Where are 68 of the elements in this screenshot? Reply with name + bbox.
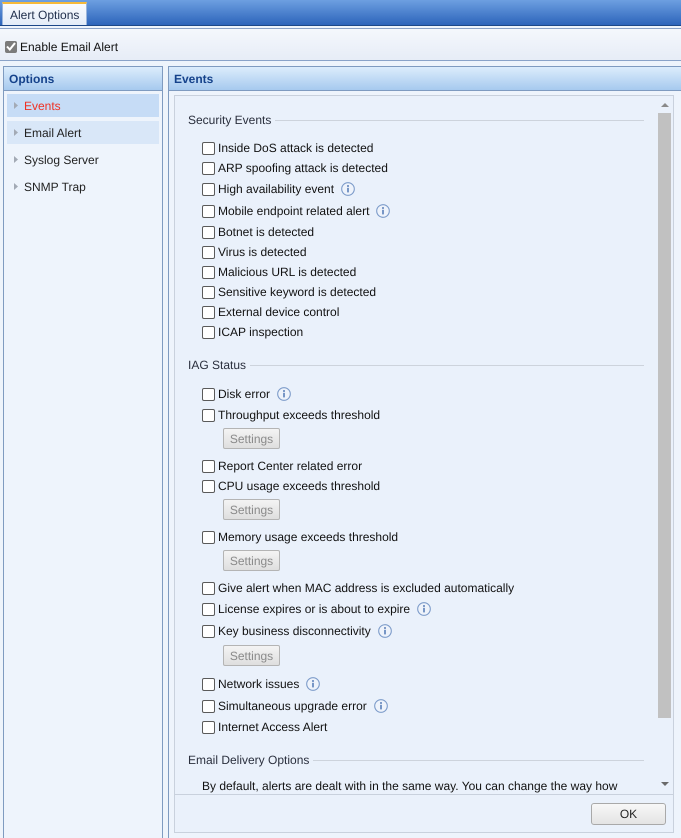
checkbox-label: ICAP inspection xyxy=(218,324,304,341)
checkbox[interactable] xyxy=(202,582,215,594)
triangle-right-icon xyxy=(14,156,18,163)
panel-header: Options xyxy=(4,67,162,91)
section-title: IAG Status xyxy=(188,357,246,374)
checkbox[interactable] xyxy=(202,388,215,400)
info-icon[interactable] xyxy=(376,204,390,218)
checkbox-label: Throughput exceeds threshold xyxy=(218,407,380,424)
checkbox[interactable] xyxy=(202,286,215,298)
checkbox-label: License expires or is about to expire xyxy=(218,601,410,618)
sidebar-item[interactable]: SNMP Trap xyxy=(7,175,159,198)
checkbox-label: High availability event xyxy=(218,181,334,198)
checkbox-label: Sensitive keyword is detected xyxy=(218,284,376,301)
checkbox-label: Memory usage exceeds threshold xyxy=(218,529,398,546)
checkbox[interactable] xyxy=(202,246,215,258)
ok-button[interactable]: OK xyxy=(591,802,666,824)
info-icon[interactable] xyxy=(374,699,388,713)
checkbox-label: Report Center related error xyxy=(218,458,362,475)
triangle-up-icon[interactable] xyxy=(660,103,668,107)
checkbox[interactable] xyxy=(202,306,215,318)
info-icon[interactable] xyxy=(277,387,292,401)
panel-header: Events xyxy=(169,67,681,91)
checkbox-label: CPU usage exceeds threshold xyxy=(218,478,380,495)
checkbox[interactable] xyxy=(202,624,215,638)
checkbox-label: Internet Access Alert xyxy=(218,719,328,736)
sidebar-item[interactable]: Email Alert xyxy=(7,121,159,144)
triangle-down-icon[interactable] xyxy=(660,782,668,786)
checkbox[interactable] xyxy=(202,326,215,338)
checkbox[interactable] xyxy=(202,678,215,690)
checkbox-label: Simultaneous upgrade error xyxy=(218,698,367,715)
checkbox[interactable] xyxy=(202,162,215,174)
checkbox-label: Network issues xyxy=(218,676,300,693)
checkbox-label: Inside DoS attack is detected xyxy=(218,140,374,157)
info-icon[interactable] xyxy=(341,182,356,196)
checkbox[interactable] xyxy=(202,700,215,712)
checkbox[interactable] xyxy=(202,142,215,154)
checkbox-label: Give alert when MAC address is excluded automatically xyxy=(218,580,514,597)
scrollbar-thumb[interactable] xyxy=(658,113,671,718)
checkbox[interactable] xyxy=(202,204,215,218)
triangle-right-icon xyxy=(14,183,18,190)
checkbox[interactable] xyxy=(202,408,215,422)
checkbox[interactable] xyxy=(202,460,215,472)
info-icon[interactable] xyxy=(306,677,320,691)
checkbox[interactable] xyxy=(202,480,215,492)
tab[interactable]: Alert Options xyxy=(2,2,88,25)
checkbox-label: External device control xyxy=(218,304,340,321)
checkbox-label: Enable Email Alert xyxy=(20,38,118,56)
checkbox[interactable] xyxy=(202,530,215,544)
triangle-right-icon xyxy=(14,129,18,136)
checkbox-label: Key business disconnectivity xyxy=(218,623,371,640)
checkbox-label: ARP spoofing attack is detected xyxy=(218,160,388,177)
info-icon[interactable] xyxy=(417,602,432,616)
checkbox[interactable] xyxy=(202,602,215,616)
checkbox[interactable] xyxy=(202,182,215,196)
description-text: By default, alerts are dealt with in the same way. You can change the way how xyxy=(201,778,618,794)
checkbox-label: Virus is detected xyxy=(218,244,306,261)
checkbox-label: Malicious URL is detected xyxy=(218,264,356,281)
section-title: Security Events xyxy=(188,112,272,129)
checkbox[interactable] xyxy=(202,720,215,734)
checkbox-label: Mobile endpoint related alert xyxy=(218,203,370,220)
checkbox[interactable] xyxy=(202,226,215,238)
triangle-right-icon xyxy=(14,102,18,109)
checkbox-label: Disk error xyxy=(218,386,270,403)
section-title: Email Delivery Options xyxy=(188,752,310,769)
checkbox-label: Botnet is detected xyxy=(218,224,314,241)
sidebar-item[interactable]: Syslog Server xyxy=(7,148,159,171)
info-icon[interactable] xyxy=(378,624,392,638)
checkbox[interactable] xyxy=(202,266,215,278)
